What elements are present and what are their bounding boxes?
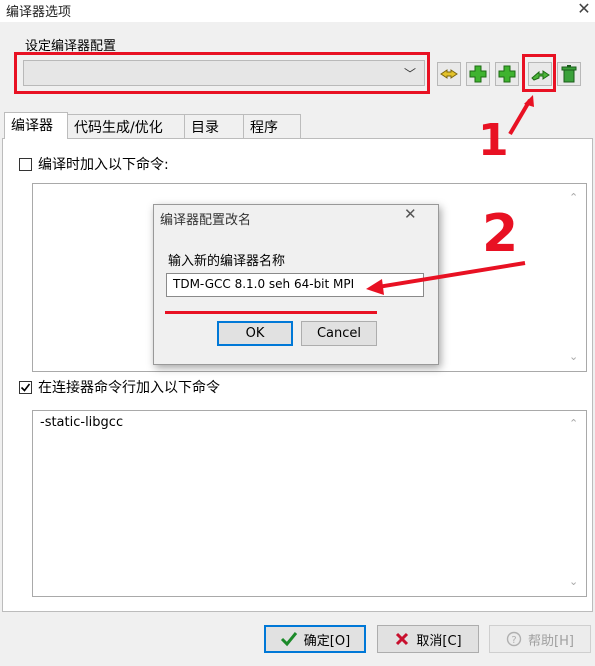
checkmark-icon <box>280 632 297 647</box>
window-title: 编译器选项 <box>6 5 72 20</box>
compile-commands-checkbox[interactable] <box>19 158 32 171</box>
footer-help-label: 帮助[H] <box>528 633 574 649</box>
dialog-cancel-button[interactable]: Cancel <box>301 321 377 346</box>
footer-ok-button[interactable]: 确定[O] <box>264 625 366 653</box>
highlight-box-select <box>14 52 430 94</box>
add-config-button-2[interactable] <box>495 62 519 86</box>
red-x-icon <box>396 632 409 646</box>
highlight-box-rename <box>522 54 556 92</box>
annotation-arrow-2 <box>366 261 526 295</box>
linker-commands-label: 在连接器命令行加入以下命令 <box>38 380 220 396</box>
tab-programs[interactable]: 程序 <box>243 114 301 138</box>
close-icon[interactable]: ✕ <box>572 0 595 18</box>
tab-codegen[interactable]: 代码生成/优化 <box>67 114 185 138</box>
compile-commands-label: 编译时加入以下命令: <box>38 157 169 173</box>
trash-icon <box>561 65 577 83</box>
check-icon <box>20 383 31 392</box>
footer-cancel-button[interactable]: 取消[C] <box>377 625 479 653</box>
scroll-down-icon[interactable]: ⌄ <box>569 350 578 363</box>
scroll-up-icon-2[interactable]: ⌃ <box>569 417 578 430</box>
arrows-icon <box>440 69 458 79</box>
highlight-underline <box>165 311 377 314</box>
linker-commands-textarea[interactable] <box>32 410 587 597</box>
green-plus-icon <box>469 65 487 83</box>
tab-compiler[interactable]: 编译器 <box>4 112 68 139</box>
dialog-prompt: 输入新的编译器名称 <box>168 254 286 269</box>
scroll-up-icon[interactable]: ⌃ <box>569 191 578 204</box>
delete-config-button[interactable] <box>557 62 581 86</box>
footer-cancel-label: 取消[C] <box>416 633 462 649</box>
green-plus-icon <box>498 65 516 83</box>
rename-config-button[interactable] <box>437 62 461 86</box>
svg-text:?: ? <box>511 635 516 646</box>
add-config-button[interactable] <box>466 62 490 86</box>
footer-help-button[interactable]: ? 帮助[H] <box>489 625 591 653</box>
linker-commands-checkbox[interactable] <box>19 381 32 394</box>
linker-commands-value: -static-libgcc <box>40 415 124 430</box>
footer-ok-label: 确定[O] <box>303 633 351 649</box>
dialog-title: 编译器配置改名 <box>160 213 252 228</box>
help-icon: ? <box>506 631 522 647</box>
title-bar <box>0 0 595 22</box>
dialog-close-icon[interactable]: ✕ <box>404 205 417 223</box>
scroll-down-icon-2[interactable]: ⌄ <box>569 575 578 588</box>
annotation-number-1: 1 <box>478 115 509 166</box>
dialog-ok-button[interactable]: OK <box>217 321 293 346</box>
tab-directories[interactable]: 目录 <box>184 114 244 138</box>
